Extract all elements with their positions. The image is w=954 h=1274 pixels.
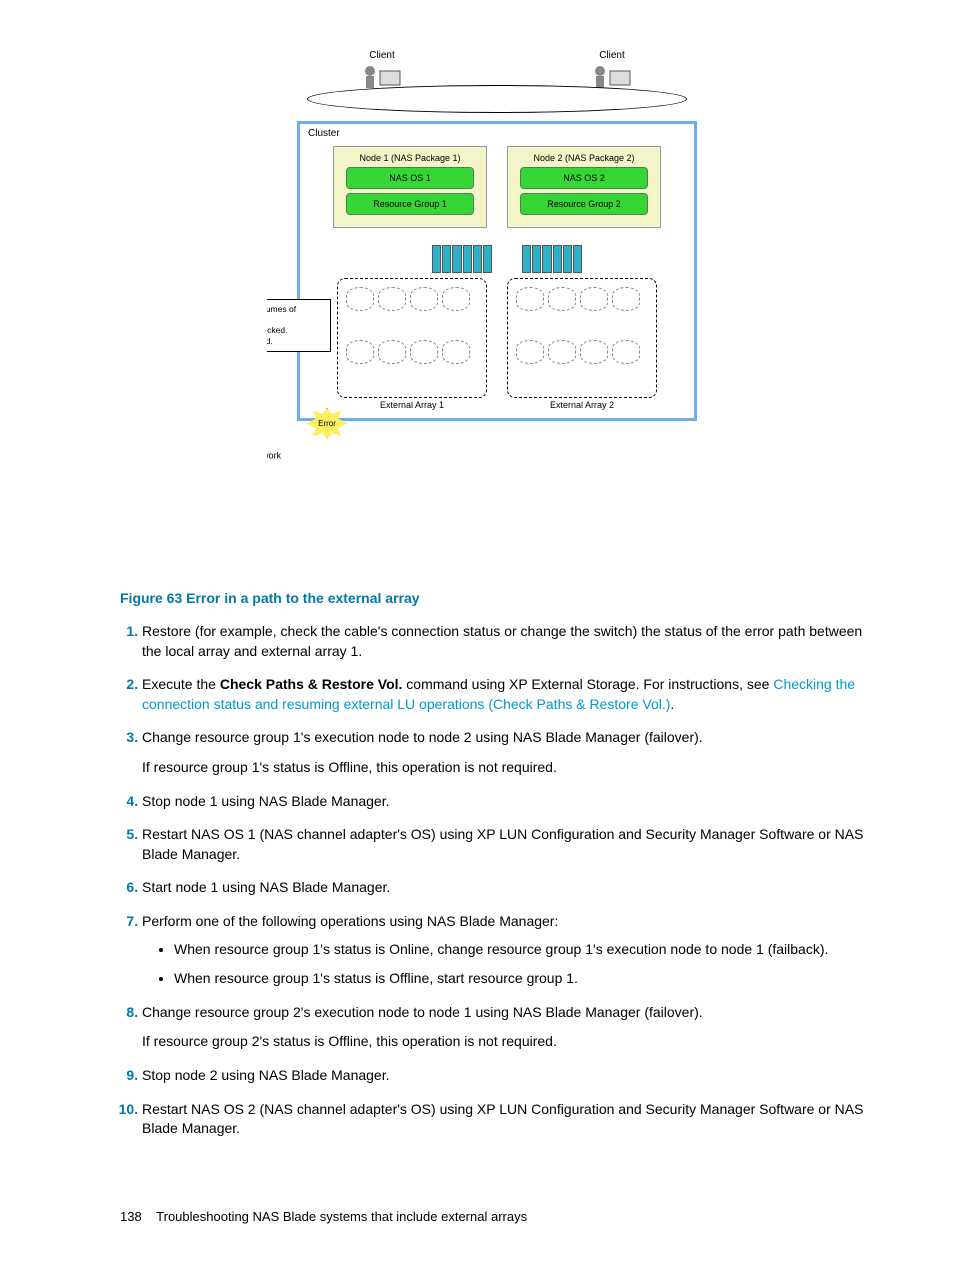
step-7-bullet-1: When resource group 1's status is Online…	[174, 940, 874, 960]
footer-title: Troubleshooting NAS Blade systems that i…	[156, 1209, 527, 1224]
error-label: Error	[318, 419, 336, 428]
person-computer-icon	[362, 61, 402, 89]
step-5-text: Restart NAS OS 1 (NAS channel adapter's …	[142, 826, 863, 862]
resource-group-1: Resource Group 1	[346, 193, 474, 215]
step-8: Change resource group 2's execution node…	[142, 1003, 874, 1052]
step-2: Execute the Check Paths & Restore Vol. c…	[142, 675, 874, 714]
node-2-label: Node 2 (NAS Package 2)	[514, 153, 654, 163]
node-2: Node 2 (NAS Package 2) NAS OS 2 Resource…	[507, 146, 661, 228]
external-array-1-group: External Array 1	[337, 278, 487, 410]
person-computer-icon	[592, 61, 632, 89]
external-array-2-label: External Array 2	[507, 400, 657, 410]
step-7: Perform one of the following operations …	[142, 912, 874, 989]
resource-group-2: Resource Group 2	[520, 193, 648, 215]
step-7-sublist: When resource group 1's status is Online…	[162, 940, 874, 989]
cluster-label: Cluster	[308, 128, 340, 139]
external-hw-2-icon	[522, 245, 582, 273]
network-ellipse	[307, 85, 687, 113]
status-line-3: Volume is blocked.	[267, 336, 324, 347]
step-1: Restore (for example, check the cable's …	[142, 622, 874, 661]
step-2-command: Check Paths & Restore Vol.	[220, 676, 403, 692]
step-7-bullet-2: When resource group 1's status is Offlin…	[174, 969, 874, 989]
step-4: Stop node 1 using NAS Blade Manager.	[142, 792, 874, 812]
node-1: Node 1 (NAS Package 1) NAS OS 1 Resource…	[333, 146, 487, 228]
steps-list: Restore (for example, check the cable's …	[120, 622, 874, 1139]
step-7-text: Perform one of the following operations …	[142, 913, 558, 929]
step-9: Stop node 2 using NAS Blade Manager.	[142, 1066, 874, 1086]
diagram-figure: Client Client Cluster Node 1 (NAS Packag…	[267, 50, 727, 570]
step-6: Start node 1 using NAS Blade Manager.	[142, 878, 874, 898]
external-array-2-group: External Array 2	[507, 278, 657, 410]
step-10-text: Restart NAS OS 2 (NAS channel adapter's …	[142, 1101, 863, 1137]
client-2: Client	[592, 50, 632, 89]
client-1: Client	[362, 50, 402, 89]
local-array-label: Local Array	[267, 358, 657, 368]
node-1-label: Node 1 (NAS Package 1)	[340, 153, 480, 163]
step-2-text-c: command using XP External Storage. For i…	[402, 676, 773, 692]
figure-caption: Figure 63 Error in a path to the externa…	[120, 590, 874, 606]
step-2-text-a: Execute the	[142, 676, 220, 692]
step-1-text: Restore (for example, check the cable's …	[142, 623, 862, 659]
step-3: Change resource group 1's execution node…	[142, 728, 874, 777]
external-hw-1-icon	[432, 245, 492, 273]
status-line-2: File system is blocked.	[267, 325, 324, 336]
step-8-text-a: Change resource group 2's execution node…	[142, 1003, 874, 1023]
step-7-bullet-1-text: When resource group 1's status is Online…	[174, 941, 828, 957]
external-array-1-label: External Array 1	[337, 400, 487, 410]
legend: Legend : Network	[267, 440, 667, 462]
legend-title: Legend	[267, 440, 667, 450]
step-9-text: Stop node 2 using NAS Blade Manager.	[142, 1067, 390, 1083]
status-line-1: Status of all the volumes of external ar…	[267, 304, 324, 325]
step-10: Restart NAS OS 2 (NAS channel adapter's …	[142, 1100, 874, 1139]
step-3-text-b: If resource group 1's status is Offline,…	[142, 758, 874, 778]
step-6-text: Start node 1 using NAS Blade Manager.	[142, 879, 390, 895]
external-array-1-box	[337, 278, 487, 398]
nas-os-1: NAS OS 1	[346, 167, 474, 189]
step-3-text-a: Change resource group 1's execution node…	[142, 728, 874, 748]
client-2-label: Client	[599, 50, 625, 61]
external-array-2-box	[507, 278, 657, 398]
legend-network: : Network	[267, 450, 281, 460]
status-callout: Status of all the volumes of external ar…	[267, 299, 331, 352]
step-5: Restart NAS OS 1 (NAS channel adapter's …	[142, 825, 874, 864]
page-number: 138	[120, 1209, 142, 1224]
nas-os-2: NAS OS 2	[520, 167, 648, 189]
step-8-text-b: If resource group 2's status is Offline,…	[142, 1032, 874, 1052]
step-4-text: Stop node 1 using NAS Blade Manager.	[142, 793, 390, 809]
page-footer: 138 Troubleshooting NAS Blade systems th…	[120, 1209, 874, 1224]
step-7-bullet-2-text: When resource group 1's status is Offlin…	[174, 970, 578, 986]
step-2-text-d: .	[670, 696, 674, 712]
client-1-label: Client	[369, 50, 395, 61]
